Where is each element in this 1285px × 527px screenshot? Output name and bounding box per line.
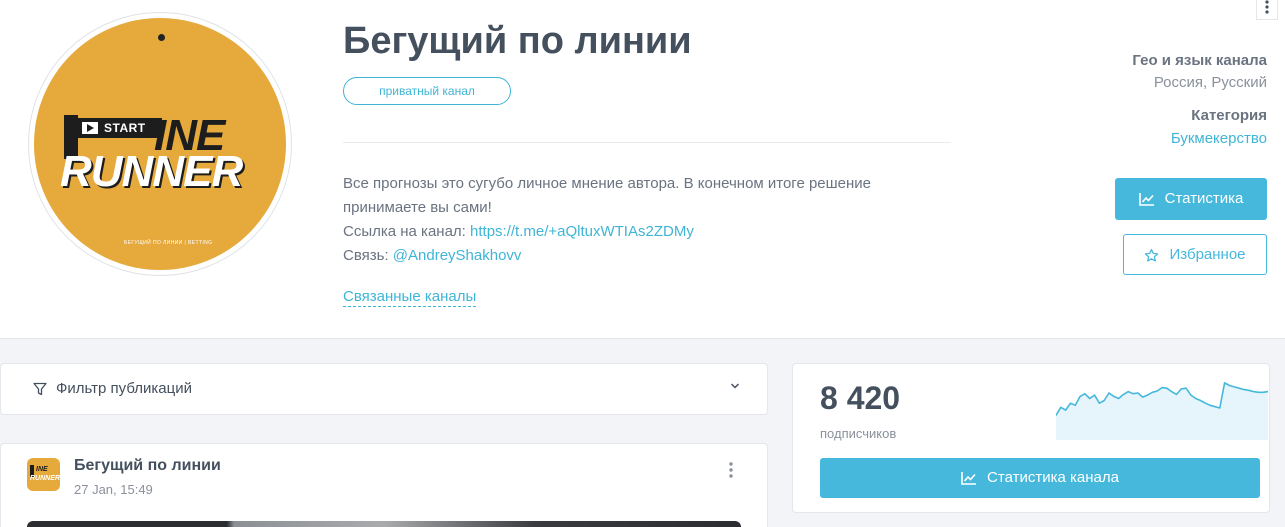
star-icon (1145, 248, 1159, 262)
chart-line-icon (961, 472, 977, 485)
geo-language-label: Гео и язык канала (1132, 52, 1267, 69)
statistics-button[interactable]: Статистика (1115, 178, 1267, 220)
subscriber-count: 8 420 (820, 380, 901, 416)
post-image[interactable] (27, 521, 741, 527)
private-channel-badge: приватный канал (343, 77, 511, 105)
category-value[interactable]: Букмекерство (1171, 130, 1267, 147)
favorite-button[interactable]: Избранное (1123, 234, 1267, 275)
description-line: принимаете вы сами! (343, 199, 492, 216)
subscribers-card: 8 420 подписчиков Статистика канала (792, 363, 1270, 513)
post-date: 27 Jan, 15:49 (74, 482, 153, 497)
channel-header: START INE RUNNER БЕГУЩИЙ ПО ЛИНИИ | BETT… (0, 0, 1285, 339)
divider (343, 142, 951, 143)
kebab-icon (1265, 0, 1269, 14)
post-author-name[interactable]: Бегущий по линии (74, 457, 221, 475)
avatar-logo-runner: RUNNER (30, 475, 60, 482)
logo-dot (158, 34, 165, 41)
kebab-icon (729, 462, 733, 478)
category-label: Категория (1191, 107, 1267, 124)
channel-link-label: Ссылка на канал: (343, 223, 471, 240)
publication-filter[interactable]: Фильтр публикаций (0, 363, 768, 415)
channel-avatar: START INE RUNNER БЕГУЩИЙ ПО ЛИНИИ | BETT… (28, 12, 292, 276)
related-channels-link[interactable]: Связанные каналы (343, 288, 477, 307)
logo-start-text: START (104, 121, 146, 135)
filter-label: Фильтр публикаций (56, 380, 192, 397)
post-card: INE RUNNER Бегущий по линии 27 Jan, 15:4… (0, 443, 768, 527)
avatar-logo-line: INE (36, 466, 48, 473)
channel-statistics-label: Статистика канала (987, 469, 1119, 486)
contact-row: Связь: @AndreyShakhovv (343, 244, 943, 268)
chevron-down-icon (730, 383, 740, 389)
channel-statistics-button[interactable]: Статистика канала (820, 458, 1260, 498)
filter-icon (33, 382, 47, 396)
channel-title: Бегущий по линии (343, 20, 692, 62)
description-line: Все прогнозы это сугубо личное мнение ав… (343, 175, 872, 192)
logo-footer-text: БЕГУЩИЙ ПО ЛИНИИ | BETTING (124, 240, 213, 246)
subscribers-sparkline (1056, 382, 1268, 440)
channel-link-row: Ссылка на канал: https://t.me/+aQltuxWTI… (343, 220, 943, 244)
logo-start-badge: START (70, 118, 162, 138)
chart-line-icon (1138, 193, 1154, 206)
channel-link[interactable]: https://t.me/+aQltuxWTIAs2ZDMy (470, 223, 694, 240)
contact-label: Связь: (343, 247, 393, 264)
favorite-button-label: Избранное (1169, 246, 1246, 263)
statistics-button-label: Статистика (1164, 190, 1244, 207)
channel-logo: START INE RUNNER БЕГУЩИЙ ПО ЛИНИИ | BETT… (34, 18, 286, 270)
logo-runner-text: RUNNER (60, 147, 243, 196)
channel-description: Все прогнозы это сугубо личное мнение ав… (343, 172, 943, 268)
geo-language-value: Россия, Русский (1153, 74, 1267, 91)
play-icon (82, 122, 98, 134)
contact-link[interactable]: @AndreyShakhovv (393, 247, 522, 264)
sparkline-area (1056, 382, 1268, 440)
post-author-avatar[interactable]: INE RUNNER (27, 458, 60, 491)
more-options-button[interactable] (1256, 0, 1278, 20)
post-more-button[interactable] (729, 462, 733, 481)
subscriber-count-label: подписчиков (820, 426, 897, 441)
